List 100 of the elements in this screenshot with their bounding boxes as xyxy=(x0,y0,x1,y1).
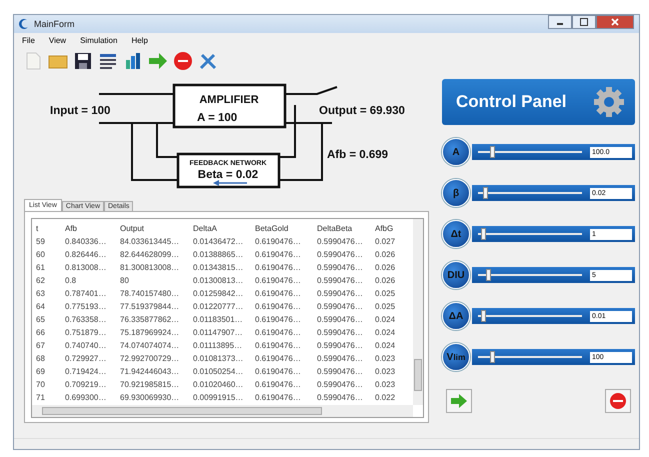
table-cell-text: 0.5990476… xyxy=(317,354,364,363)
table-cell-text: 0.6190476… xyxy=(255,380,302,389)
table-cell-text: 0.01020460… xyxy=(193,380,244,389)
table-cell-text: 0.01300813… xyxy=(193,276,244,285)
slider-thumb[interactable] xyxy=(490,351,496,363)
table-cell-text: 0.025 xyxy=(375,302,396,311)
close-button[interactable] xyxy=(596,15,634,29)
table-cell-text: 0.6190476… xyxy=(255,250,302,259)
table-cell-text: 60 xyxy=(36,250,46,259)
table-cell-text: 0.024 xyxy=(375,341,396,350)
beta-label: Beta = 0.02 xyxy=(198,169,258,181)
maximize-icon xyxy=(580,18,588,26)
table-cell-text: 80 xyxy=(120,276,130,285)
maximize-button[interactable] xyxy=(572,15,596,29)
scroll-thumb[interactable] xyxy=(42,407,322,415)
list-icon xyxy=(98,51,118,71)
table-cell-text: 0.6190476… xyxy=(255,367,302,376)
table-cell-text: 81.300813008… xyxy=(120,263,180,272)
parameter-badge: β xyxy=(442,179,470,207)
panel-title: Control Panel xyxy=(456,92,567,112)
column-header[interactable]: Afb xyxy=(65,224,120,233)
table-cell-text: 0.01183501… xyxy=(193,315,244,324)
table-cell-text: 0.01436472… xyxy=(193,237,244,246)
table-cell-text: 0.00991915… xyxy=(193,393,244,402)
table-cell-text: 0.5990476… xyxy=(317,237,364,246)
slider-thumb[interactable] xyxy=(483,187,488,199)
table-cell-text: 70.921985815… xyxy=(120,380,180,389)
gear-icon xyxy=(593,86,625,118)
stop-button[interactable] xyxy=(605,389,631,413)
table-cell-text: 0.813008… xyxy=(65,263,108,272)
table-cell-text: 0.5990476… xyxy=(317,393,364,402)
table-cell-text: 67 xyxy=(36,341,46,350)
table-cell-text: 64 xyxy=(36,302,46,311)
table-cell-text: 0.5990476… xyxy=(317,250,364,259)
table-cell-text: 0.024 xyxy=(375,315,396,324)
column-header[interactable]: BetaGold xyxy=(255,224,317,233)
table-cell-text: 0.026 xyxy=(375,263,396,272)
table-cell-text: 0.709219… xyxy=(65,380,108,389)
column-header[interactable]: t xyxy=(36,224,65,233)
table-cell-text: 0.826446… xyxy=(65,250,108,259)
column-header[interactable]: AfbG xyxy=(375,224,399,233)
table-cell-text: 0.5990476… xyxy=(317,328,364,337)
table-cell-text: 66 xyxy=(36,328,46,337)
table-cell-text: 0.6190476… xyxy=(255,276,302,285)
menu-item[interactable]: Simulation xyxy=(80,36,118,45)
table-cell-text: 0.01388865… xyxy=(193,250,244,259)
menu-item[interactable]: File xyxy=(22,36,35,45)
stop-sign-icon xyxy=(173,51,193,71)
table-cell-text: 0.840336… xyxy=(65,237,108,246)
output-label: Output = 69.930 xyxy=(319,105,405,117)
toolbar-button[interactable] xyxy=(72,50,94,72)
table-cell-text: 0.027 xyxy=(375,237,396,246)
table-cell-text: 0.01147907… xyxy=(193,328,244,337)
horizontal-scrollbar[interactable] xyxy=(32,405,413,417)
table-cell-text: 82.644628099… xyxy=(120,250,180,259)
table-cell-text: 0.6190476… xyxy=(255,302,302,311)
table-cell-text: 0.729927… xyxy=(65,354,108,363)
table-cell-text: 72.992700729… xyxy=(120,354,180,363)
table-cell-text: 0.763358… xyxy=(65,315,108,324)
table-cell-text: 0.023 xyxy=(375,380,396,389)
table-cell-text: 76.335877862… xyxy=(120,315,180,324)
slider-thumb[interactable] xyxy=(481,228,486,240)
bar-chart-icon xyxy=(123,51,143,71)
column-header[interactable]: DeltaBeta xyxy=(317,224,375,233)
table-cell-text: 69 xyxy=(36,367,46,376)
menu-item[interactable]: View xyxy=(48,36,66,45)
vertical-scrollbar[interactable] xyxy=(413,219,423,405)
table-cell-text: 0.022 xyxy=(375,393,396,402)
table-cell-text: 0.01050254… xyxy=(193,367,244,376)
scroll-thumb[interactable] xyxy=(414,359,422,391)
column-header[interactable]: Output xyxy=(120,224,193,233)
table-cell-text: 74.074074074… xyxy=(120,341,180,350)
table-cell-text: 0.6190476… xyxy=(255,328,302,337)
parameter-badge: A xyxy=(442,138,470,166)
slider-thumb[interactable] xyxy=(486,269,492,281)
table-cell-text: 0.5990476… xyxy=(317,380,364,389)
table-cell-text: 65 xyxy=(36,315,46,324)
table-cell-text: 0.01113895… xyxy=(193,341,244,350)
slider-thumb[interactable] xyxy=(481,310,486,322)
table-cell-text: 0.023 xyxy=(375,354,396,363)
table-cell-text: 69.930069930… xyxy=(120,393,180,402)
table-cell-text: 0.787401… xyxy=(65,289,108,298)
table-cell-text: 0.751879… xyxy=(65,328,108,337)
table-cell-text: 0.740740… xyxy=(65,341,108,350)
table-cell-text: 0.8 xyxy=(65,276,78,285)
slider-thumb[interactable] xyxy=(490,146,496,158)
table-cell-text: 77.519379844… xyxy=(120,302,180,311)
table-cell-text: 0.775193… xyxy=(65,302,108,311)
menu-item[interactable]: Help xyxy=(131,36,148,45)
parameter-badge: Δt xyxy=(442,220,470,248)
minimize-button[interactable] xyxy=(548,15,572,29)
run-button[interactable] xyxy=(446,389,472,413)
table-cell-text: 0.6190476… xyxy=(255,354,302,363)
table-cell-text: 68 xyxy=(36,354,46,363)
table-cell-text: 0.5990476… xyxy=(317,302,364,311)
arrow-right-icon xyxy=(450,393,468,409)
arrow-right-icon xyxy=(148,51,168,71)
column-header[interactable]: DeltaA xyxy=(193,224,255,233)
table-cell-text: 0.023 xyxy=(375,367,396,376)
table-cell-text: 84.033613445… xyxy=(120,237,180,246)
